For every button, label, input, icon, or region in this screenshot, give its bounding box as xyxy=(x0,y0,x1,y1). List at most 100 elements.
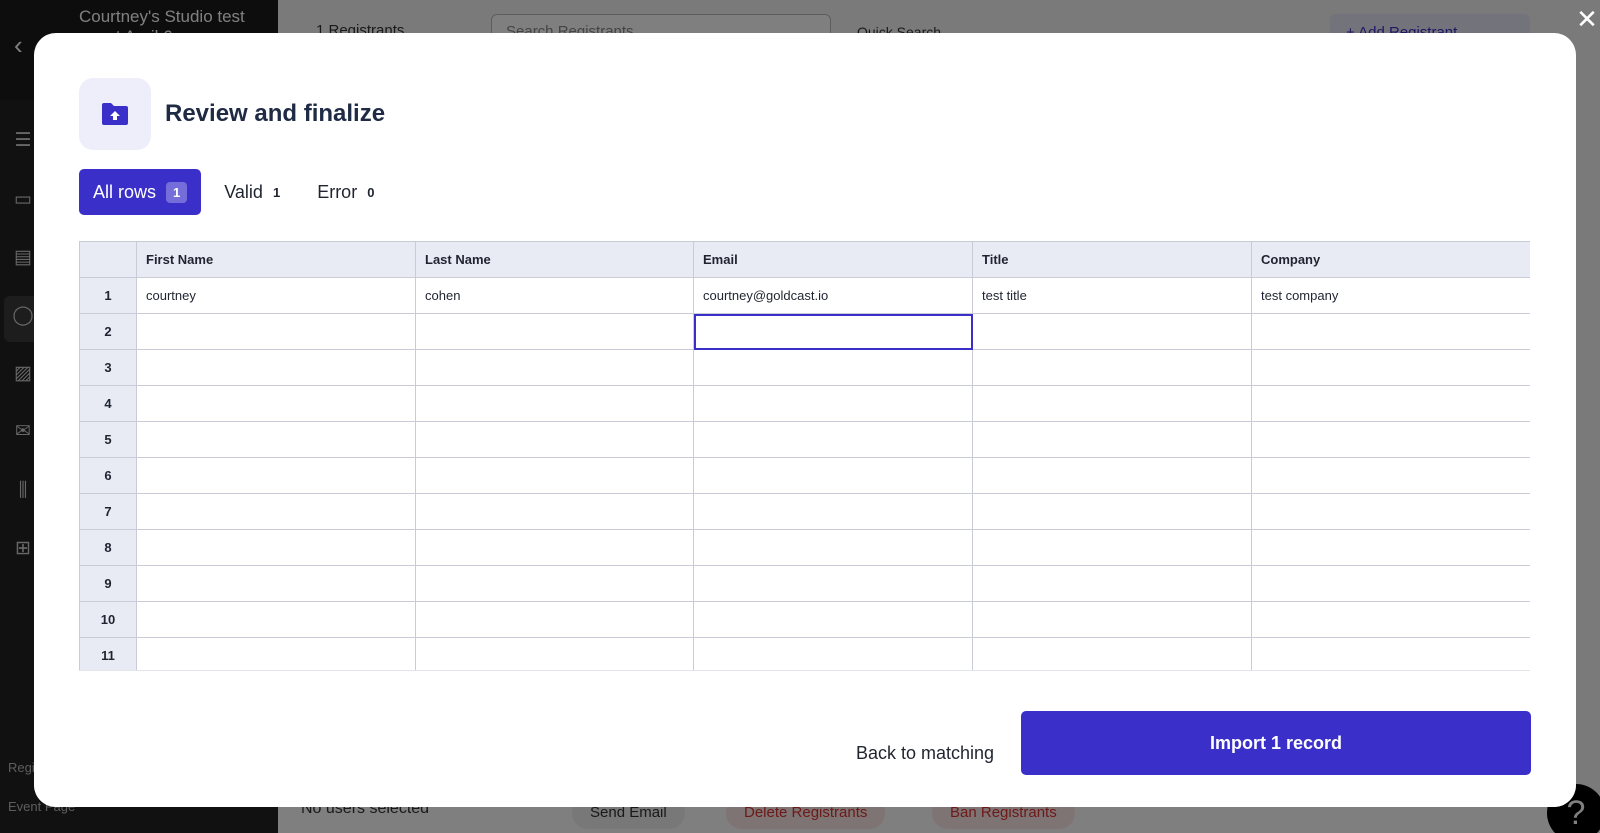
table-cell[interactable] xyxy=(136,349,416,386)
table-row: 4 xyxy=(79,385,1530,422)
row-number: 11 xyxy=(79,637,137,670)
review-table-scroll[interactable]: First Name Last Name Email Title Company… xyxy=(79,241,1530,671)
row-number-header xyxy=(79,241,137,278)
table-row: 6 xyxy=(79,457,1530,494)
table-row: 1 courtney cohen courtney@goldcast.io test t… xyxy=(79,277,1530,314)
table-cell[interactable] xyxy=(415,349,694,386)
table-row: 2 xyxy=(79,313,1530,350)
table-header-row: First Name Last Name Email Title Company xyxy=(79,241,1530,278)
tab-count-badge: 1 xyxy=(272,184,281,200)
table-cell[interactable] xyxy=(1251,349,1530,386)
table-row: 9 xyxy=(79,565,1530,602)
table-cell[interactable] xyxy=(972,457,1252,494)
tab-label: Error xyxy=(317,181,358,202)
column-header[interactable]: Company xyxy=(1251,241,1530,278)
table-cell[interactable] xyxy=(693,457,973,494)
row-number: 4 xyxy=(79,385,137,422)
table-cell[interactable] xyxy=(693,385,973,422)
table-cell[interactable] xyxy=(972,565,1252,602)
table-cell[interactable] xyxy=(1251,529,1530,566)
review-table: First Name Last Name Email Title Company… xyxy=(79,241,1530,670)
modal-header: Review and finalize xyxy=(79,78,385,150)
row-number: 7 xyxy=(79,493,137,530)
table-cell[interactable] xyxy=(693,313,973,350)
table-cell[interactable] xyxy=(1251,637,1530,670)
table-cell[interactable] xyxy=(136,457,416,494)
modal-title: Review and finalize xyxy=(165,100,386,127)
row-number: 1 xyxy=(79,277,137,314)
table-cell[interactable] xyxy=(972,637,1252,670)
table-cell[interactable] xyxy=(415,493,694,530)
tab-label: Valid xyxy=(224,181,263,202)
table-row: 11 xyxy=(79,637,1530,670)
table-cell[interactable] xyxy=(693,529,973,566)
table-cell[interactable] xyxy=(136,529,416,566)
table-cell[interactable]: cohen xyxy=(415,277,694,314)
table-row: 3 xyxy=(79,349,1530,386)
table-cell[interactable] xyxy=(415,529,694,566)
table-cell[interactable] xyxy=(1251,493,1530,530)
table-cell[interactable] xyxy=(1251,565,1530,602)
table-cell[interactable] xyxy=(1251,313,1530,350)
table-cell[interactable] xyxy=(1251,421,1530,458)
table-cell[interactable]: courtney xyxy=(136,277,416,314)
table-cell[interactable] xyxy=(136,601,416,638)
table-cell[interactable]: test company xyxy=(1251,277,1530,314)
import-records-button[interactable]: Import 1 record xyxy=(1021,711,1531,775)
table-row: 7 xyxy=(79,493,1530,530)
row-filter-tabs: All rows 1 Valid 1 Error 0 xyxy=(79,169,388,215)
table-cell[interactable] xyxy=(415,637,694,670)
tab-count-badge: 1 xyxy=(166,181,188,203)
table-row: 5 xyxy=(79,421,1530,458)
table-cell[interactable] xyxy=(415,457,694,494)
table-cell[interactable] xyxy=(972,349,1252,386)
table-cell[interactable] xyxy=(415,601,694,638)
tab-valid[interactable]: Valid 1 xyxy=(210,169,294,215)
column-header[interactable]: Email xyxy=(693,241,973,278)
column-header[interactable]: First Name xyxy=(136,241,416,278)
table-cell[interactable] xyxy=(136,565,416,602)
column-header[interactable]: Last Name xyxy=(415,241,694,278)
row-number: 6 xyxy=(79,457,137,494)
table-cell[interactable] xyxy=(415,313,694,350)
folder-upload-icon xyxy=(79,78,151,150)
table-cell[interactable] xyxy=(136,421,416,458)
table-cell[interactable] xyxy=(972,313,1252,350)
table-cell[interactable] xyxy=(693,421,973,458)
table-cell[interactable] xyxy=(415,385,694,422)
tab-error[interactable]: Error 0 xyxy=(303,169,388,215)
table-cell[interactable] xyxy=(415,421,694,458)
table-cell[interactable] xyxy=(972,529,1252,566)
table-cell[interactable] xyxy=(693,493,973,530)
table-cell[interactable] xyxy=(972,421,1252,458)
table-cell[interactable] xyxy=(415,565,694,602)
table-cell[interactable] xyxy=(972,601,1252,638)
table-cell[interactable] xyxy=(136,385,416,422)
row-number: 3 xyxy=(79,349,137,386)
column-header[interactable]: Title xyxy=(972,241,1252,278)
close-icon[interactable]: ✕ xyxy=(1574,6,1600,32)
table-cell[interactable] xyxy=(1251,457,1530,494)
table-cell[interactable] xyxy=(1251,385,1530,422)
table-cell[interactable] xyxy=(136,637,416,670)
table-cell[interactable] xyxy=(972,385,1252,422)
table-row: 10 xyxy=(79,601,1530,638)
row-number: 2 xyxy=(79,313,137,350)
table-cell[interactable] xyxy=(693,565,973,602)
back-to-matching-button[interactable]: Back to matching xyxy=(856,743,994,764)
table-row: 8 xyxy=(79,529,1530,566)
table-cell[interactable] xyxy=(693,601,973,638)
table-cell[interactable]: courtney@goldcast.io xyxy=(693,277,973,314)
table-cell[interactable]: test title xyxy=(972,277,1252,314)
tab-all-rows[interactable]: All rows 1 xyxy=(79,169,202,215)
table-cell[interactable] xyxy=(136,493,416,530)
table-cell[interactable] xyxy=(136,313,416,350)
table-cell[interactable] xyxy=(693,349,973,386)
table-cell[interactable] xyxy=(693,637,973,670)
table-cell[interactable] xyxy=(972,493,1252,530)
row-number: 10 xyxy=(79,601,137,638)
table-cell[interactable] xyxy=(1251,601,1530,638)
import-review-modal: Review and finalize All rows 1 Valid 1 E… xyxy=(34,33,1576,807)
row-number: 9 xyxy=(79,565,137,602)
tab-label: All rows xyxy=(93,181,157,202)
